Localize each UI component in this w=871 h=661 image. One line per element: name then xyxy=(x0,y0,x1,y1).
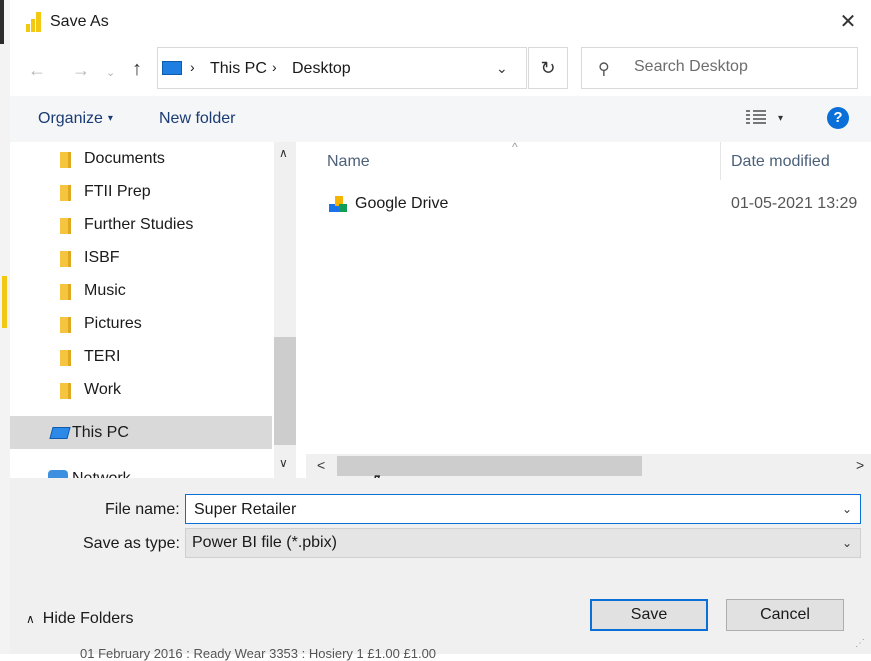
organize-label: Organize xyxy=(38,110,103,127)
file-date-modified: 01-05-2021 13:29 xyxy=(731,195,858,212)
organize-menu-button[interactable]: Organize ▾ xyxy=(38,110,113,128)
navigation-pane-scrollbar[interactable]: ∧ ∨ xyxy=(274,142,296,478)
back-arrow-icon[interactable]: ← xyxy=(28,60,46,81)
breadcrumb-this-pc[interactable]: This PC xyxy=(210,60,267,78)
scroll-left-icon[interactable]: < xyxy=(317,457,325,473)
nav-item-further-studies[interactable]: Further Studies xyxy=(10,208,272,241)
file-row-google-drive[interactable]: Google Drive 01-05-2021 13:29 xyxy=(296,190,871,218)
breadcrumb-desktop[interactable]: Desktop xyxy=(292,60,351,78)
powerbi-icon xyxy=(26,12,44,32)
nav-item-this-pc[interactable]: This PC xyxy=(10,416,272,449)
nav-item-label: TERI xyxy=(84,348,121,365)
folder-icon xyxy=(60,251,71,267)
chevron-up-icon: ∧ xyxy=(26,612,35,626)
navigation-pane: Documents FTII Prep Further Studies ISBF… xyxy=(10,142,296,478)
forward-arrow-icon[interactable]: → xyxy=(72,60,90,81)
nav-item-label: This PC xyxy=(72,424,129,441)
folder-icon xyxy=(60,383,71,399)
network-icon xyxy=(48,470,68,478)
chevron-down-icon[interactable]: ⌄ xyxy=(842,502,852,516)
save-options-panel: File name: ⌄ Save as type: Power BI file… xyxy=(10,478,871,661)
nav-item-label: FTII Prep xyxy=(84,183,151,200)
caret-down-icon: ▾ xyxy=(107,113,113,124)
scroll-up-icon[interactable]: ∧ xyxy=(279,146,288,160)
column-divider[interactable] xyxy=(720,142,721,180)
refresh-icon[interactable]: ↻ xyxy=(528,47,568,89)
nav-item-documents[interactable]: Documents xyxy=(10,142,272,175)
hide-folders-button[interactable]: ∧ Hide Folders xyxy=(26,610,134,628)
close-icon[interactable]: ✕ xyxy=(834,8,862,36)
file-name: Google Drive xyxy=(355,195,449,212)
address-bar[interactable]: › This PC › Desktop ⌄ xyxy=(157,47,527,89)
title-bar: Save As ✕ xyxy=(10,0,871,46)
search-icon: ⚲ xyxy=(598,61,610,78)
nav-item-label: Network xyxy=(72,470,131,478)
cancel-button[interactable]: Cancel xyxy=(726,599,844,631)
view-options-icon[interactable] xyxy=(746,110,766,124)
chevron-down-icon[interactable]: ⌄ xyxy=(842,536,852,550)
file-list: ^ Name Date modified Google Drive 01-05-… xyxy=(296,140,871,454)
folder-icon xyxy=(60,317,71,333)
breadcrumb-separator-icon[interactable]: › xyxy=(272,59,277,75)
file-name-input[interactable] xyxy=(192,500,816,520)
scroll-right-icon[interactable]: > xyxy=(856,457,864,473)
recent-locations-chevron-icon[interactable]: ⌄ xyxy=(106,66,115,79)
nav-item-network[interactable]: Network xyxy=(10,462,272,478)
address-dropdown-chevron-icon[interactable]: ⌄ xyxy=(496,60,508,77)
save-button[interactable]: Save xyxy=(590,599,708,631)
folder-icon xyxy=(60,218,71,234)
folder-icon xyxy=(60,152,71,168)
folder-icon xyxy=(60,284,71,300)
new-folder-button[interactable]: New folder xyxy=(159,110,235,128)
this-pc-icon xyxy=(162,61,182,75)
nav-item-label: Music xyxy=(84,282,126,299)
nav-item-work[interactable]: Work xyxy=(10,373,272,406)
save-as-type-select[interactable]: Power BI file (*.pbix) ⌄ xyxy=(185,528,861,558)
nav-item-isbf[interactable]: ISBF xyxy=(10,241,272,274)
view-options-caret-icon[interactable]: ▾ xyxy=(778,113,783,124)
nav-item-label: Further Studies xyxy=(84,216,194,233)
sort-ascending-icon: ^ xyxy=(512,140,518,154)
nav-item-label: ISBF xyxy=(84,249,120,266)
nav-item-pictures[interactable]: Pictures xyxy=(10,307,272,340)
help-icon[interactable]: ? xyxy=(827,107,849,129)
save-as-type-label: Save as type: xyxy=(83,535,180,552)
breadcrumb-separator-icon[interactable]: › xyxy=(190,59,195,75)
file-list-horizontal-scrollbar[interactable]: < > xyxy=(306,454,871,478)
background-edge-mark xyxy=(0,0,4,44)
folder-icon xyxy=(60,185,71,201)
google-drive-shortcut-icon xyxy=(329,196,347,212)
file-name-label: File name: xyxy=(105,501,180,518)
scroll-down-icon[interactable]: ∨ xyxy=(279,456,288,470)
save-as-dialog: Save As ✕ ← → ⌄ ↑ › This PC › Desktop ⌄ … xyxy=(10,0,871,661)
column-header-date-modified[interactable]: Date modified xyxy=(731,153,830,171)
resize-grip-icon[interactable]: ⋰ xyxy=(855,638,865,649)
computer-icon xyxy=(49,427,71,439)
nav-item-ftii-prep[interactable]: FTII Prep xyxy=(10,175,272,208)
nav-item-label: Pictures xyxy=(84,315,142,332)
hide-folders-label: Hide Folders xyxy=(42,610,134,627)
command-toolbar: Organize ▾ New folder ▾ ? xyxy=(10,96,871,142)
scrollbar-thumb[interactable] xyxy=(274,337,296,445)
nav-item-label: Work xyxy=(84,381,122,398)
column-header-name[interactable]: Name xyxy=(327,153,370,171)
search-box[interactable]: ⚲ xyxy=(581,47,858,89)
file-name-combobox[interactable]: ⌄ xyxy=(185,494,861,524)
save-as-type-value: Power BI file (*.pbix) xyxy=(192,534,337,551)
nav-item-label: Documents xyxy=(84,150,165,167)
nav-item-music[interactable]: Music xyxy=(10,274,272,307)
up-arrow-icon[interactable]: ↑ xyxy=(132,58,142,81)
window-title: Save As xyxy=(50,13,109,30)
search-input[interactable] xyxy=(632,57,851,77)
nav-item-teri[interactable]: TERI xyxy=(10,340,272,373)
background-edge-accent xyxy=(2,276,7,328)
folder-icon xyxy=(60,350,71,366)
